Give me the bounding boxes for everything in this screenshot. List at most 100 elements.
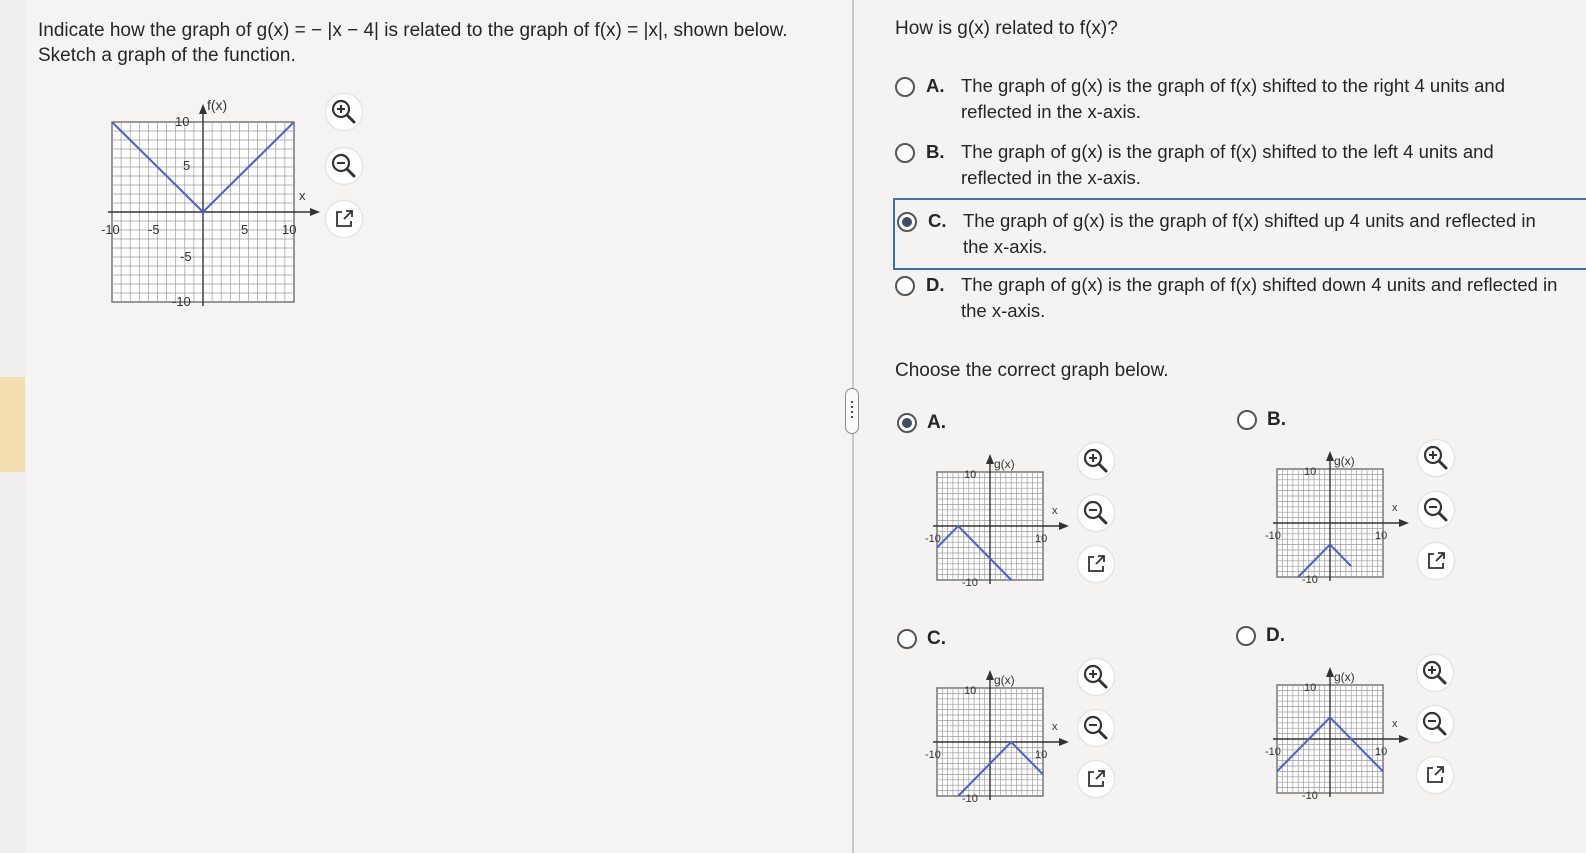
f-graph-xlabel: x bbox=[299, 188, 306, 203]
f-tick-xneg10: -10 bbox=[101, 222, 120, 237]
graph-b: g(x) x 10 -10 -10 10 bbox=[1265, 451, 1409, 585]
graph-b-tick-xneg10: -10 bbox=[1265, 530, 1281, 542]
graph-a-zoom-in-button[interactable] bbox=[1078, 443, 1114, 479]
graph-d-tick-y10: 10 bbox=[1304, 682, 1316, 694]
graph-d-zoom-out-button[interactable] bbox=[1417, 706, 1453, 742]
zoom-in-icon bbox=[1423, 445, 1448, 470]
graph-choice-d-radio[interactable] bbox=[1236, 626, 1256, 646]
graph-b-xlabel: x bbox=[1392, 502, 1398, 514]
graph-d: g(x) x 10 -10 -10 10 bbox=[1265, 667, 1409, 801]
f-tick-xneg5: -5 bbox=[148, 222, 160, 237]
graph-b-zoom-in-button[interactable] bbox=[1418, 440, 1454, 476]
graph-c-tick-yneg10: -10 bbox=[962, 793, 978, 804]
graph-a-tick-yneg10: -10 bbox=[962, 577, 978, 588]
graph-c-zoom-in-button[interactable] bbox=[1078, 659, 1114, 695]
graph-choice-a-radio[interactable] bbox=[897, 413, 917, 433]
graph-a-zoom-out-button[interactable] bbox=[1078, 495, 1114, 531]
graph-b-ylabel: g(x) bbox=[1334, 454, 1355, 468]
external-link-icon bbox=[336, 210, 353, 227]
zoom-in-icon bbox=[1083, 448, 1108, 473]
option-a[interactable]: A. The graph of g(x) is the graph of f(x… bbox=[895, 73, 1575, 127]
graph-c-y-axis-arrow bbox=[986, 670, 994, 680]
graph-b-zoom-out-button[interactable] bbox=[1418, 492, 1454, 528]
option-d-letter: D. bbox=[926, 274, 945, 295]
graph-a-xlabel: x bbox=[1052, 505, 1058, 517]
external-link-icon bbox=[1088, 770, 1105, 787]
pane-resize-handle[interactable] bbox=[845, 388, 859, 434]
option-a-text: The graph of g(x) is the graph of f(x) s… bbox=[961, 75, 1505, 122]
zoom-out-icon bbox=[1422, 711, 1447, 736]
graph-a-tick-x10: 10 bbox=[1035, 533, 1047, 545]
zoom-in-icon bbox=[1083, 664, 1108, 689]
zoom-in-icon bbox=[1422, 660, 1447, 685]
zoom-in-button[interactable] bbox=[326, 94, 362, 130]
graph-choice-b-radio[interactable] bbox=[1237, 410, 1257, 430]
graph-d-tick-x10: 10 bbox=[1375, 746, 1387, 758]
graph-d-tick-yneg10: -10 bbox=[1302, 790, 1318, 801]
option-b[interactable]: B. The graph of g(x) is the graph of f(x… bbox=[895, 139, 1575, 193]
zoom-in-icon bbox=[331, 99, 356, 124]
graph-c-tick-y10: 10 bbox=[964, 685, 976, 697]
graph-d-xlabel: x bbox=[1392, 718, 1398, 730]
graph-choice-c-radio[interactable] bbox=[897, 629, 917, 649]
f-tick-yneg10: -10 bbox=[172, 294, 191, 309]
graph-a-tick-xneg10: -10 bbox=[925, 533, 941, 545]
graph-b-y-axis-arrow bbox=[1326, 451, 1334, 461]
f-tick-x5: 5 bbox=[241, 222, 248, 237]
f-graph-ylabel: f(x) bbox=[207, 97, 227, 113]
option-a-letter: A. bbox=[926, 75, 945, 96]
option-c-radio[interactable] bbox=[897, 212, 917, 232]
graph-a-tick-y10: 10 bbox=[964, 469, 976, 481]
zoom-out-icon bbox=[1083, 500, 1108, 525]
option-d-text: The graph of g(x) is the graph of f(x) s… bbox=[961, 274, 1558, 321]
graph-a-ylabel: g(x) bbox=[994, 457, 1015, 471]
graph-d-ylabel: g(x) bbox=[1334, 670, 1355, 684]
option-d-radio[interactable] bbox=[895, 276, 915, 296]
graph-a: g(x) x 10 -10 -10 10 bbox=[925, 454, 1069, 588]
option-b-radio[interactable] bbox=[895, 143, 915, 163]
part2-prompt: Choose the correct graph below. bbox=[895, 360, 1169, 381]
graph-choice-c-letter: C. bbox=[927, 628, 946, 649]
graph-b-tick-y10: 10 bbox=[1304, 466, 1316, 478]
graph-b-tick-x10: 10 bbox=[1375, 530, 1387, 542]
f-graph: f(x) x 10 5 -5 -10 -10 -5 5 10 bbox=[101, 97, 320, 309]
graph-d-popout-button[interactable] bbox=[1417, 757, 1453, 793]
left-accent-bar bbox=[0, 377, 25, 472]
f-tick-y5: 5 bbox=[183, 158, 190, 173]
option-b-text: The graph of g(x) is the graph of f(x) s… bbox=[961, 141, 1494, 188]
f-graph-y-axis-arrow bbox=[199, 104, 207, 114]
external-link-icon bbox=[1088, 555, 1105, 572]
zoom-out-icon bbox=[331, 153, 356, 178]
graph-c-xlabel: x bbox=[1052, 721, 1058, 733]
graph-c-tick-x10: 10 bbox=[1035, 749, 1047, 761]
graph-c-ylabel: g(x) bbox=[994, 673, 1015, 687]
graph-choice-a-letter: A. bbox=[927, 412, 946, 433]
graph-d-x-axis-arrow bbox=[1399, 735, 1409, 743]
option-a-radio[interactable] bbox=[895, 77, 915, 97]
graph-b-tick-yneg10: -10 bbox=[1302, 574, 1318, 585]
popout-button[interactable] bbox=[326, 201, 362, 237]
option-d[interactable]: D. The graph of g(x) is the graph of f(x… bbox=[895, 272, 1575, 326]
graph-c-tick-xneg10: -10 bbox=[925, 749, 941, 761]
external-link-icon bbox=[1428, 552, 1445, 569]
graph-a-y-axis-arrow bbox=[986, 454, 994, 464]
external-link-icon bbox=[1427, 766, 1444, 783]
graph-c-zoom-out-button[interactable] bbox=[1078, 710, 1114, 746]
graph-c-popout-button[interactable] bbox=[1078, 761, 1114, 797]
zoom-out-button[interactable] bbox=[326, 148, 362, 184]
f-tick-yneg5: -5 bbox=[180, 249, 192, 264]
part1-prompt: How is g(x) related to f(x)? bbox=[895, 18, 1118, 39]
graph-b-x-axis-arrow bbox=[1399, 519, 1409, 527]
graph-c-x-axis-arrow bbox=[1059, 738, 1069, 746]
question-text: Indicate how the graph of g(x) = − |x − … bbox=[38, 20, 788, 66]
option-b-letter: B. bbox=[926, 141, 945, 162]
option-c-text: The graph of g(x) is the graph of f(x) s… bbox=[963, 210, 1536, 257]
graph-a-popout-button[interactable] bbox=[1078, 546, 1114, 582]
graph-choice-b-letter: B. bbox=[1267, 409, 1286, 430]
graph-b-popout-button[interactable] bbox=[1418, 543, 1454, 579]
graph-choice-d-letter: D. bbox=[1266, 625, 1285, 646]
graph-d-zoom-in-button[interactable] bbox=[1417, 655, 1453, 691]
graph-d-y-axis-arrow bbox=[1326, 667, 1334, 677]
option-c[interactable]: C. The graph of g(x) is the graph of f(x… bbox=[893, 198, 1586, 270]
zoom-out-icon bbox=[1423, 497, 1448, 522]
